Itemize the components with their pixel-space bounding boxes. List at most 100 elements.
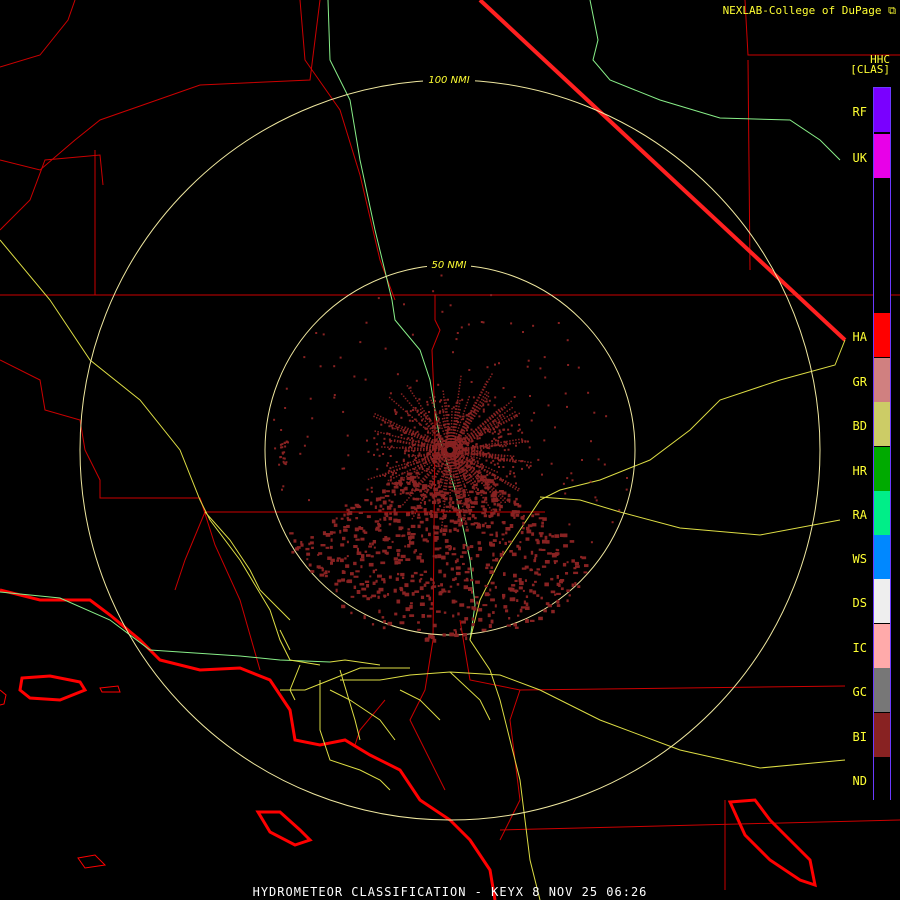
echo-cell — [496, 513, 500, 517]
echo-cell — [387, 593, 390, 596]
echo-cell — [470, 467, 472, 470]
echo-cell — [463, 585, 468, 590]
echo-cell — [374, 520, 380, 523]
echo-cell — [466, 526, 468, 528]
echo-cell — [411, 488, 414, 490]
echo-cell — [405, 449, 408, 452]
echo-cell — [399, 526, 404, 530]
echo-cell — [477, 473, 479, 476]
echo-cell — [440, 424, 442, 427]
echo-cell — [547, 404, 550, 407]
echo-cell — [498, 508, 501, 511]
coastline — [0, 588, 817, 900]
echo-cell — [411, 447, 413, 449]
echo-cell — [493, 423, 496, 426]
echo-cell — [461, 505, 464, 508]
echo-cell — [455, 600, 458, 603]
echo-cell — [477, 462, 479, 464]
echo-cell — [423, 485, 428, 490]
echo-cell — [445, 485, 448, 488]
echo-cell — [525, 595, 529, 599]
echo-cell — [433, 531, 439, 535]
echo-cell — [399, 430, 402, 432]
echo-cell — [514, 626, 519, 629]
echo-cell — [362, 529, 366, 533]
echo-cell — [309, 397, 312, 400]
echo-cell — [492, 459, 495, 462]
echo-cell — [430, 510, 433, 513]
echo-cell — [432, 447, 434, 449]
echo-cell — [457, 408, 460, 411]
echo-cell — [402, 467, 404, 469]
echo-cell — [427, 458, 429, 460]
echo-cell — [429, 396, 431, 399]
echo-cell — [421, 458, 423, 460]
echo-cell — [434, 536, 439, 540]
echo-cell — [402, 395, 405, 398]
echo-cell — [440, 527, 443, 529]
echo-cell — [429, 512, 433, 516]
echo-cell — [408, 419, 411, 422]
echo-cell — [325, 533, 331, 537]
echo-cell — [388, 438, 391, 441]
echo-cell — [423, 436, 425, 439]
echo-cell — [470, 453, 473, 456]
echo-cell — [393, 422, 395, 424]
echo-cell — [505, 531, 508, 535]
echo-cell — [458, 509, 463, 512]
echo-cell — [466, 457, 468, 459]
echo-cell — [481, 388, 484, 391]
external-link-icon[interactable]: ⧉ — [888, 4, 896, 17]
echo-cell — [503, 459, 505, 461]
echo-cell — [479, 475, 481, 478]
echo-cell — [334, 582, 339, 586]
echo-cell — [506, 410, 508, 412]
echo-cell — [434, 400, 436, 403]
echo-cell — [364, 499, 369, 502]
echo-cell — [515, 482, 517, 485]
echo-cell — [417, 434, 420, 436]
echo-cell — [445, 473, 448, 476]
echo-cell — [458, 462, 461, 464]
echo-cell — [457, 393, 460, 395]
echo-cell — [409, 469, 411, 471]
echo-cell — [497, 495, 500, 497]
echo-cell — [415, 483, 420, 486]
echo-cell — [427, 431, 429, 434]
echo-cell — [482, 396, 485, 398]
echo-cell — [496, 503, 501, 507]
echo-cell — [411, 434, 413, 436]
legend-label-gr: GR — [852, 375, 867, 389]
echo-cell — [526, 464, 528, 467]
echo-cell — [451, 483, 453, 485]
echo-cell — [465, 404, 468, 407]
echo-cell — [475, 406, 478, 408]
echo-cell — [373, 476, 375, 479]
echo-cell — [452, 426, 455, 428]
echo-cell — [341, 570, 345, 574]
echo-cell — [486, 473, 489, 476]
echo-cell — [511, 418, 513, 420]
echo-cell — [490, 423, 492, 426]
echo-cell — [426, 453, 428, 455]
echo-cell — [544, 582, 549, 587]
echo-cell — [481, 500, 486, 504]
echo-cell — [563, 544, 568, 548]
echo-cell — [497, 439, 500, 442]
echo-cell — [442, 633, 446, 637]
echo-cell — [417, 524, 421, 529]
echo-cell — [472, 418, 474, 420]
echo-cell — [341, 604, 346, 609]
echo-cell — [521, 431, 524, 434]
echo-cell — [508, 540, 512, 543]
echo-cell — [386, 433, 388, 435]
echo-cell — [310, 570, 315, 573]
echo-cell — [575, 565, 580, 568]
echo-cell — [495, 531, 498, 536]
echo-cell — [333, 394, 336, 396]
echo-cell — [496, 462, 499, 465]
echo-cell — [449, 444, 451, 446]
echo-cell — [417, 454, 419, 457]
echo-cell — [479, 446, 482, 448]
echo-cell — [498, 541, 501, 544]
